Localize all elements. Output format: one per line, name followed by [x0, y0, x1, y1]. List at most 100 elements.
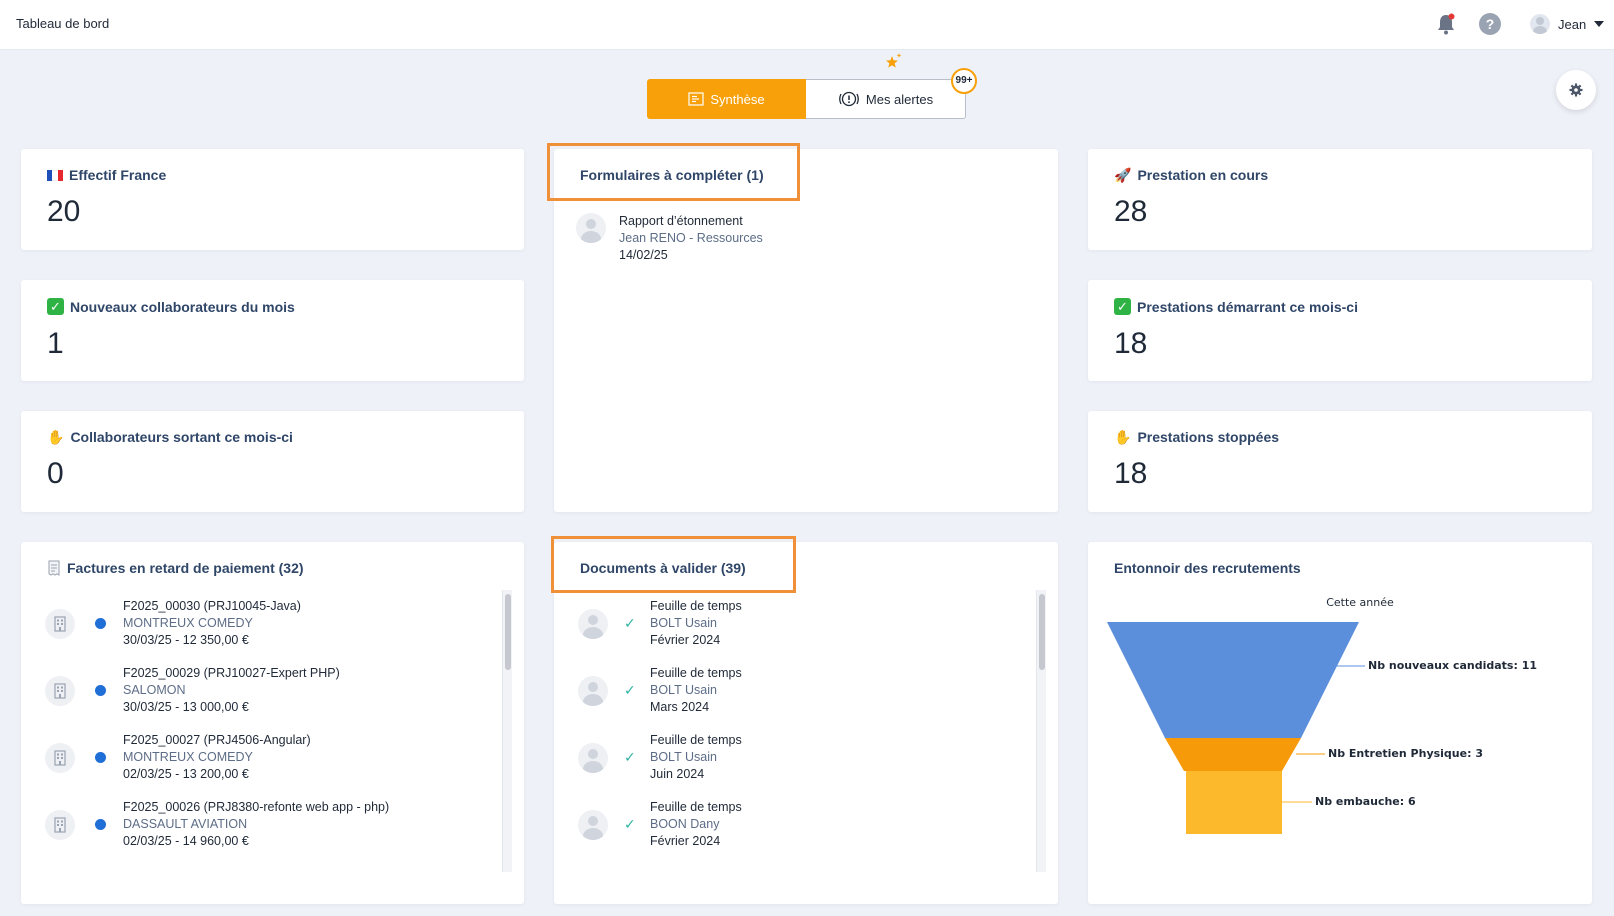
invoice-ref: F2025_00029 (PRJ10027-Expert PHP): [123, 666, 340, 680]
list-item[interactable]: F2025_00030 (PRJ10045-Java) MONTREUX COME…: [45, 590, 505, 657]
bell-icon[interactable]: [1436, 13, 1456, 35]
avatar: [578, 742, 608, 773]
list-item[interactable]: F2025_00029 (PRJ10027-Expert PHP) SALOMON…: [45, 657, 505, 724]
status-dot: [95, 819, 106, 830]
status-dot: [95, 752, 106, 763]
document-type: Feuille de temps: [650, 733, 742, 747]
card-title: Effectif France: [69, 167, 167, 183]
invoice-client: DASSAULT AVIATION: [123, 817, 248, 831]
tab-mes-alertes[interactable]: Mes alertes: [806, 79, 966, 119]
alert-count-badge: 99+: [951, 68, 977, 94]
check-icon: ✓: [624, 615, 636, 631]
card-title: Collaborateurs sortant ce mois-ci: [70, 429, 293, 445]
document-type: Feuille de temps: [650, 800, 742, 814]
invoice-info: 30/03/25 - 13 000,00 €: [123, 700, 249, 714]
invoice-ref: F2025_00027 (PRJ4506-Angular): [123, 733, 311, 747]
card-prestations-demarrant: ✓ Prestations démarrant ce mois-ci 18: [1088, 280, 1592, 381]
invoice-ref: F2025_00026 (PRJ8380-refonte web app - p…: [123, 800, 390, 814]
help-icon[interactable]: ?: [1479, 13, 1501, 35]
scrollbar-thumb[interactable]: [505, 594, 511, 670]
sparkle-icon: [885, 52, 903, 75]
receipt-icon: [48, 560, 60, 576]
invoice-ref: F2025_00030 (PRJ10045-Java): [123, 599, 301, 613]
avatar: [1530, 14, 1550, 34]
alert-icon: [838, 91, 859, 107]
list-item[interactable]: ✓ Feuille de temps BOLT Usain Février 2024: [578, 590, 1038, 657]
raised-hand-icon: ✋: [47, 429, 65, 445]
scrollbar-thumb[interactable]: [1039, 594, 1045, 670]
list-item[interactable]: ✓ Feuille de temps BOLT Usain Juin 2024: [578, 724, 1038, 791]
invoice-client: MONTREUX COMEDY: [123, 616, 253, 630]
check-mark-icon: ✓: [47, 298, 64, 315]
document-person: BOLT Usain: [650, 750, 717, 764]
card-title: Prestations stoppées: [1137, 429, 1280, 445]
invoice-info: 02/03/25 - 13 200,00 €: [123, 767, 249, 781]
document-person: BOON Dany: [650, 817, 720, 831]
flag-france-icon: [47, 169, 63, 181]
tab-synthese[interactable]: Synthèse: [647, 79, 806, 119]
rocket-icon: 🚀: [1114, 167, 1132, 183]
list-item[interactable]: F2025_00026 (PRJ8380-refonte web app - p…: [45, 791, 505, 858]
card-formulaires: Formulaires à compléter (1) Rapport d’ét…: [554, 149, 1058, 512]
card-factures-retard: Factures en retard de paiement (32) F202…: [21, 542, 524, 904]
document-type: Feuille de temps: [650, 599, 742, 613]
funnel-label: Nb Entretien Physique: 3: [1328, 747, 1483, 760]
raised-hand-icon: ✋: [1114, 429, 1132, 445]
funnel-stage: [1186, 771, 1282, 834]
card-value: 18: [1114, 457, 1148, 490]
invoice-list[interactable]: F2025_00030 (PRJ10045-Java) MONTREUX COME…: [45, 590, 505, 872]
card-value: 18: [1114, 327, 1148, 360]
document-period: Mars 2024: [650, 700, 710, 714]
document-type: Feuille de temps: [650, 666, 742, 680]
highlight-formulaires: [547, 143, 800, 201]
funnel-stage: [1165, 738, 1301, 771]
funnel-label: Nb embauche: 6: [1315, 795, 1416, 808]
building-icon: [45, 675, 75, 706]
invoice-info: 30/03/25 - 12 350,00 €: [123, 633, 249, 647]
user-menu[interactable]: Jean: [1530, 12, 1605, 36]
check-icon: ✓: [624, 816, 636, 832]
highlight-documents: [551, 536, 796, 593]
tab-mes-alertes-label: Mes alertes: [865, 91, 934, 107]
funnel-chart: [1107, 622, 1365, 834]
avatar: [578, 675, 608, 706]
check-mark-icon: ✓: [1114, 298, 1131, 315]
building-icon: [45, 742, 75, 773]
list-item[interactable]: Rapport d’étonnement Jean RENO - Ressour…: [576, 213, 763, 264]
scrollbar[interactable]: [1036, 590, 1046, 872]
list-icon: [688, 92, 704, 106]
list-item[interactable]: ✓ Feuille de temps BOON Dany Février 2024: [578, 791, 1038, 858]
avatar: [578, 608, 608, 639]
card-entonnoir-recrutements: Entonnoir des recrutements Cette année N…: [1088, 542, 1592, 904]
invoice-client: SALOMON: [123, 683, 186, 697]
invoice-info: 02/03/25 - 14 960,00 €: [123, 834, 249, 848]
list-item[interactable]: ✓Feuille de temps: [578, 858, 1038, 872]
settings-button[interactable]: [1556, 70, 1596, 110]
list-item[interactable]: ✓ Feuille de temps BOLT Usain Mars 2024: [578, 657, 1038, 724]
list-item[interactable]: F2025_00027 (PRJ4506-Angular) MONTREUX CO…: [45, 724, 505, 791]
building-icon: [45, 608, 75, 639]
card-prestation-en-cours: 🚀 Prestation en cours 28: [1088, 149, 1592, 250]
avatar: [576, 213, 606, 243]
invoice-client: MONTREUX COMEDY: [123, 750, 253, 764]
card-prestations-stoppees: ✋ Prestations stoppées 18: [1088, 411, 1592, 512]
funnel-stage: [1107, 622, 1359, 738]
building-icon: [45, 809, 75, 840]
card-effectif-france: Effectif France 20: [21, 149, 524, 250]
scrollbar[interactable]: [502, 590, 512, 872]
card-documents-valider: Documents à valider (39) ✓ Feuille de tem…: [554, 542, 1058, 904]
funnel-label: Nb nouveaux candidats: 11: [1368, 659, 1537, 672]
document-person: BOLT Usain: [650, 683, 717, 697]
tab-synthese-label: Synthèse: [710, 91, 765, 107]
page-title: Tableau de bord: [16, 16, 110, 31]
document-person: BOLT Usain: [650, 616, 717, 630]
card-title: Prestation en cours: [1137, 167, 1269, 183]
card-value: 20: [47, 195, 81, 228]
gear-icon: [1569, 83, 1583, 97]
document-list[interactable]: ✓ Feuille de temps BOLT Usain Février 2024 ✓…: [578, 590, 1038, 872]
card-title: Factures en retard de paiement (32): [67, 560, 304, 576]
caret-down-icon: [1594, 21, 1605, 27]
list-item[interactable]: F2025_00024 (PRJ6646 - Consultant BI): [45, 858, 505, 872]
check-icon: ✓: [624, 749, 636, 765]
status-dot: [95, 685, 106, 696]
